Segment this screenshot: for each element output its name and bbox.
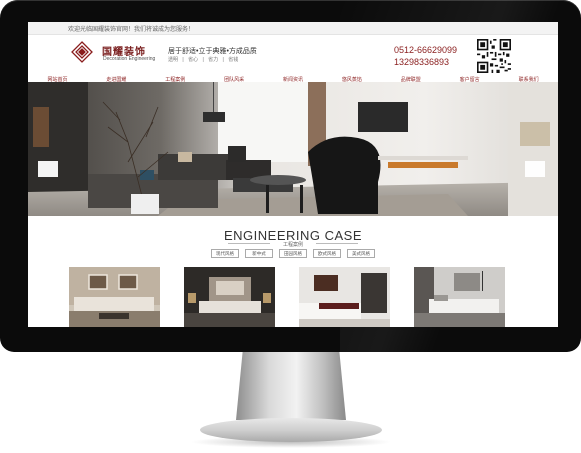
qr-code-icon <box>477 39 511 73</box>
case-thumbnails <box>69 267 517 327</box>
slogan-line-2: 透明 | 省心 | 省力 | 省钱 <box>168 57 239 63</box>
case-image-bedroom-dark <box>184 267 275 327</box>
slogan-line-1: 居于舒适•立于典雅•方成品质 <box>168 48 257 55</box>
phone-mobile: 13298336893 <box>394 57 450 67</box>
site-header: 国耀装饰 Decoration Engineering 居于舒适•立于典雅•方成… <box>28 35 558 75</box>
tab-american[interactable]: 美式风格 <box>347 249 375 258</box>
tab-modern[interactable]: 现代风格 <box>211 249 239 258</box>
case-thumbnail[interactable] <box>414 267 505 327</box>
title-divider-right <box>316 243 358 244</box>
welcome-text: 欢迎光临国耀装饰官网！我们将诚成为您服务！ <box>68 27 195 33</box>
logo-mark-icon[interactable] <box>71 41 93 63</box>
hero-banner <box>28 82 558 216</box>
case-image-grey-bedroom <box>414 267 505 327</box>
banner-living-room-image <box>28 82 558 216</box>
case-category-tabs: 现代风格 新中式 田园风格 欧式风格 美式风格 <box>211 249 375 258</box>
tab-pastoral[interactable]: 田园风格 <box>279 249 307 258</box>
tab-new-chinese[interactable]: 新中式 <box>245 249 273 258</box>
phone-landline: 0512-66629099 <box>394 45 458 55</box>
website-screen: 欢迎光临国耀装饰官网！我们将诚成为您服务！ 国耀装饰 Decoration En… <box>28 22 558 327</box>
banner-prev-icon[interactable] <box>38 161 58 177</box>
monitor-stand-base <box>200 418 382 442</box>
tab-european[interactable]: 欧式风格 <box>313 249 341 258</box>
banner-next-icon[interactable] <box>525 161 545 177</box>
case-thumbnail[interactable] <box>69 267 160 327</box>
case-image-living-room <box>69 267 160 327</box>
case-section-subtitle: 工程案例 <box>282 242 303 248</box>
logo-subtitle: Decoration Engineering <box>103 56 156 62</box>
top-bar: 欢迎光临国耀装饰官网！我们将诚成为您服务！ <box>28 22 558 35</box>
monitor-stand-neck <box>236 352 346 420</box>
case-thumbnail[interactable] <box>184 267 275 327</box>
case-image-bedroom-bright <box>299 267 390 327</box>
monitor-bezel: 欢迎光临国耀装饰官网！我们将诚成为您服务！ 国耀装饰 Decoration En… <box>0 0 581 352</box>
case-thumbnail[interactable] <box>299 267 390 327</box>
